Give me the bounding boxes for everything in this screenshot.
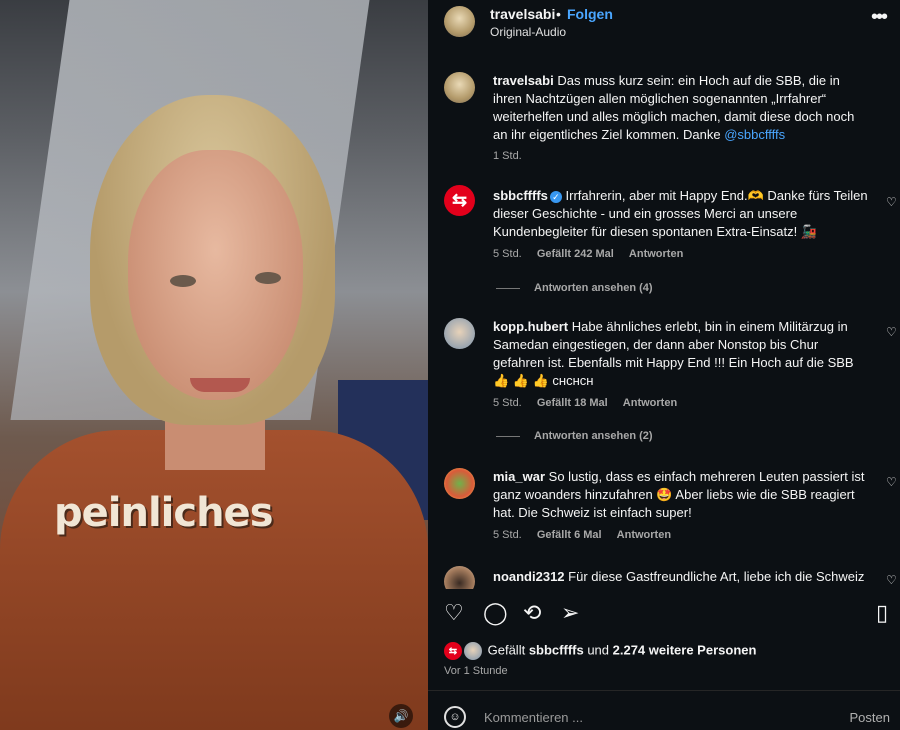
video-caption-word: peinliches (54, 490, 273, 536)
comment-composer: ☺ Posten (428, 700, 900, 730)
verified-badge-icon: ✓ (549, 190, 562, 203)
avatar[interactable] (444, 6, 475, 37)
comment-text: So lustig, dass es einfach mehreren Leut… (493, 469, 865, 520)
emoji-icon[interactable]: ☺ (444, 706, 466, 728)
heart-icon[interactable]: ♡ (444, 600, 464, 626)
reply-button[interactable]: Antworten (617, 529, 671, 541)
audio-label[interactable]: Original-Audio (490, 25, 566, 39)
action-bar: ♡ ◯ ⟲ ➢ ▯ (428, 600, 900, 628)
likes-user[interactable]: sbbcffffs (529, 642, 584, 657)
comment-meta: 5 Std. Gefällt 242 Mal Antworten (493, 248, 695, 260)
heart-icon[interactable]: ♡ (886, 573, 897, 587)
heart-icon[interactable]: ♡ (886, 325, 897, 339)
caption-time[interactable]: 1 Std. (493, 150, 522, 162)
avatar[interactable] (444, 566, 475, 589)
view-replies-label[interactable]: Antworten ansehen (4) (534, 282, 653, 294)
likes-prefix: Gefällt (487, 642, 529, 658)
caption-username[interactable]: travelsabi (493, 73, 554, 88)
view-replies-label[interactable]: Antworten ansehen (2) (534, 430, 653, 442)
reply-button[interactable]: Antworten (623, 397, 677, 409)
avatar (464, 642, 482, 660)
share-icon[interactable]: ➢ (561, 600, 579, 626)
comment-username[interactable]: sbbcffffs (493, 188, 548, 203)
comment-username[interactable]: kopp.hubert (493, 319, 568, 334)
reply-button[interactable]: Antworten (629, 248, 683, 260)
comment-likes[interactable]: Gefällt 6 Mal (537, 529, 602, 541)
view-replies-button[interactable]: Antworten ansehen (2) (496, 430, 653, 442)
comment-text: Für diese Gastfreundliche Art, liebe ich… (568, 569, 865, 584)
likes-middle: und (583, 642, 613, 658)
speaker-icon[interactable]: 🔊 (389, 704, 413, 728)
comment-time[interactable]: 5 Std. (493, 397, 522, 409)
post-time: Vor 1 Stunde (444, 665, 508, 677)
post-button[interactable]: Posten (850, 710, 890, 725)
header-username[interactable]: travelsabi (490, 6, 555, 22)
reel-video[interactable]: peinliches 🔊 (0, 0, 428, 730)
likes-count[interactable]: 2.274 weitere Personen (613, 642, 757, 657)
bookmark-icon[interactable]: ▯ (876, 600, 888, 626)
comment-body: noandi2312 Für diese Gastfreundliche Art… (493, 568, 871, 586)
divider (428, 690, 900, 691)
more-icon[interactable]: ••• (871, 6, 888, 29)
post-header: travelsabi • Folgen Original-Audio ••• (428, 0, 900, 52)
heart-icon[interactable]: ♡ (886, 195, 897, 209)
comments-list[interactable]: travelsabi Das muss kurz sein: ein Hoch … (428, 52, 900, 589)
comment-icon[interactable]: ◯ (483, 600, 508, 626)
comment-time[interactable]: 5 Std. (493, 529, 522, 541)
shirt (0, 430, 428, 730)
replies-line (496, 287, 520, 289)
comment-username[interactable]: mia_war (493, 469, 545, 484)
avatar[interactable] (444, 318, 475, 349)
comment-username[interactable]: noandi2312 (493, 569, 565, 584)
heart-icon[interactable]: ♡ (886, 475, 897, 489)
comment-meta: 5 Std. Gefällt 6 Mal Antworten (493, 529, 683, 541)
avatar: ⇆ (444, 642, 462, 660)
mouth (190, 378, 250, 392)
caption-meta: 1 Std. (493, 150, 534, 162)
comment-body: mia_war So lustig, dass es einfach mehre… (493, 468, 871, 522)
avatar[interactable]: ⇆ (444, 185, 475, 216)
avatar[interactable] (444, 468, 475, 499)
repost-icon[interactable]: ⟲ (523, 600, 541, 626)
comment-time[interactable]: 5 Std. (493, 248, 522, 260)
comment-meta: 5 Std. Gefällt 18 Mal Antworten (493, 397, 689, 409)
comment-body: sbbcffffs ✓ Irrfahrerin, aber mit Happy E… (493, 187, 871, 241)
replies-line (496, 435, 520, 437)
comment-input[interactable] (482, 709, 826, 726)
caption-mention[interactable]: @sbbcffffs (724, 127, 785, 142)
separator-dot: • (556, 6, 561, 22)
comment-body: kopp.hubert Habe ähnliches erlebt, bin i… (493, 318, 871, 390)
avatar[interactable] (444, 72, 475, 103)
caption-body: travelsabi Das muss kurz sein: ein Hoch … (493, 72, 871, 144)
right-eye (255, 272, 281, 284)
view-replies-button[interactable]: Antworten ansehen (4) (496, 282, 653, 294)
comment-likes[interactable]: Gefällt 18 Mal (537, 397, 608, 409)
follow-button[interactable]: Folgen (567, 6, 613, 22)
comment-likes[interactable]: Gefällt 242 Mal (537, 248, 614, 260)
post-panel: travelsabi • Folgen Original-Audio ••• t… (428, 0, 900, 730)
likes-summary[interactable]: ⇆ Gefällt sbbcffffs und 2.274 weitere Pe… (444, 642, 756, 660)
left-eye (170, 275, 196, 287)
